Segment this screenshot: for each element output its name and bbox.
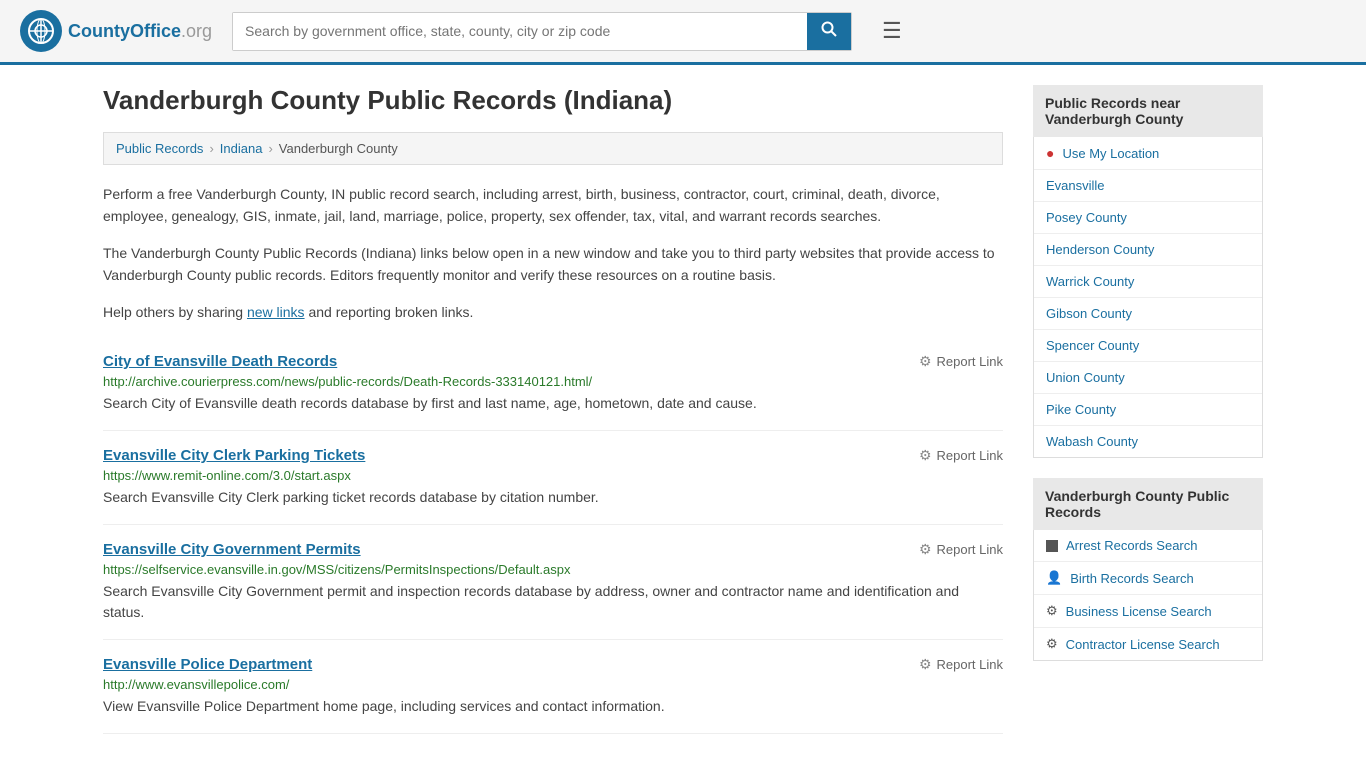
nearby-section: Public Records near Vanderburgh County ●… (1033, 85, 1263, 458)
county-records-section: Vanderburgh County Public Records Arrest… (1033, 478, 1263, 661)
record-header-2: Evansville City Government Permits ⚙ Rep… (103, 541, 1003, 558)
county-records-title: Vanderburgh County Public Records (1033, 478, 1263, 530)
record-header-3: Evansville Police Department ⚙ Report Li… (103, 656, 1003, 673)
nearby-item-4: Warrick County (1034, 266, 1262, 298)
new-links-link[interactable]: new links (247, 304, 305, 320)
nearby-item-7: Union County (1034, 362, 1262, 394)
page-title: Vanderburgh County Public Records (India… (103, 85, 1003, 116)
record-desc-1: Search Evansville City Clerk parking tic… (103, 487, 1003, 508)
record-title-3[interactable]: Evansville Police Department (103, 656, 312, 673)
county-record-link-3[interactable]: ⚙Contractor License Search (1034, 628, 1262, 660)
person-icon-1: 👤 (1046, 570, 1062, 586)
county-records-list: Arrest Records Search 👤Birth Records Sea… (1033, 530, 1263, 661)
hamburger-menu-button[interactable]: ☰ (882, 18, 902, 44)
record-title-0[interactable]: City of Evansville Death Records (103, 353, 337, 370)
gear-icon-3: ⚙ (1046, 636, 1058, 652)
breadcrumb-current: Vanderburgh County (279, 141, 398, 156)
record-entry-1: Evansville City Clerk Parking Tickets ⚙ … (103, 431, 1003, 525)
nearby-link-9[interactable]: Wabash County (1034, 426, 1262, 457)
county-record-item-0: Arrest Records Search (1034, 530, 1262, 562)
nearby-item-8: Pike County (1034, 394, 1262, 426)
record-url-3[interactable]: http://www.evansvillepolice.com/ (103, 677, 1003, 692)
record-title-2[interactable]: Evansville City Government Permits (103, 541, 361, 558)
breadcrumb-sep-1: › (209, 141, 213, 156)
nearby-list: ● Use My Location EvansvillePosey County… (1033, 137, 1263, 458)
nearby-link-5[interactable]: Gibson County (1034, 298, 1262, 329)
use-my-location-link[interactable]: ● Use My Location (1034, 137, 1262, 169)
nearby-link-6[interactable]: Spencer County (1034, 330, 1262, 361)
nearby-item-1: Evansville (1034, 170, 1262, 202)
nearby-item-3: Henderson County (1034, 234, 1262, 266)
nearby-link-2[interactable]: Posey County (1034, 202, 1262, 233)
nearby-item-0: ● Use My Location (1034, 137, 1262, 170)
logo-text: CountyOffice.org (68, 21, 212, 42)
location-pin-icon: ● (1046, 145, 1054, 161)
report-icon-0: ⚙ (919, 353, 932, 370)
site-header: CountyOffice.org ☰ (0, 0, 1366, 65)
breadcrumb-sep-2: › (268, 141, 272, 156)
record-url-0[interactable]: http://archive.courierpress.com/news/pub… (103, 374, 1003, 389)
description-paragraph-3: Help others by sharing new links and rep… (103, 301, 1003, 323)
breadcrumb-public-records[interactable]: Public Records (116, 141, 203, 156)
report-link-3[interactable]: ⚙ Report Link (919, 656, 1003, 673)
record-title-1[interactable]: Evansville City Clerk Parking Tickets (103, 447, 365, 464)
report-link-2[interactable]: ⚙ Report Link (919, 541, 1003, 558)
report-icon-1: ⚙ (919, 447, 932, 464)
report-link-1[interactable]: ⚙ Report Link (919, 447, 1003, 464)
record-header-1: Evansville City Clerk Parking Tickets ⚙ … (103, 447, 1003, 464)
gear-icon-2: ⚙ (1046, 603, 1058, 619)
report-link-0[interactable]: ⚙ Report Link (919, 353, 1003, 370)
search-input[interactable] (233, 13, 807, 50)
nearby-item-5: Gibson County (1034, 298, 1262, 330)
sidebar: Public Records near Vanderburgh County ●… (1033, 85, 1263, 734)
nearby-link-1[interactable]: Evansville (1034, 170, 1262, 201)
nearby-link-4[interactable]: Warrick County (1034, 266, 1262, 297)
nearby-section-title: Public Records near Vanderburgh County (1033, 85, 1263, 137)
county-record-link-1[interactable]: 👤Birth Records Search (1034, 562, 1262, 594)
content-area: Vanderburgh County Public Records (India… (103, 85, 1003, 734)
county-record-item-1: 👤Birth Records Search (1034, 562, 1262, 595)
record-entry-3: Evansville Police Department ⚙ Report Li… (103, 640, 1003, 734)
records-list: City of Evansville Death Records ⚙ Repor… (103, 337, 1003, 734)
nearby-link-7[interactable]: Union County (1034, 362, 1262, 393)
county-record-link-0[interactable]: Arrest Records Search (1034, 530, 1262, 561)
record-entry-0: City of Evansville Death Records ⚙ Repor… (103, 337, 1003, 431)
county-record-item-2: ⚙Business License Search (1034, 595, 1262, 628)
record-url-1[interactable]: https://www.remit-online.com/3.0/start.a… (103, 468, 1003, 483)
record-desc-0: Search City of Evansville death records … (103, 393, 1003, 414)
report-icon-3: ⚙ (919, 656, 932, 673)
nearby-link-8[interactable]: Pike County (1034, 394, 1262, 425)
county-record-link-2[interactable]: ⚙Business License Search (1034, 595, 1262, 627)
breadcrumb-indiana[interactable]: Indiana (220, 141, 263, 156)
search-bar (232, 12, 852, 51)
square-icon-0 (1046, 540, 1058, 552)
logo-icon (20, 10, 62, 52)
main-container: Vanderburgh County Public Records (India… (83, 65, 1283, 754)
record-desc-2: Search Evansville City Government permit… (103, 581, 1003, 623)
record-url-2[interactable]: https://selfservice.evansville.in.gov/MS… (103, 562, 1003, 577)
record-header-0: City of Evansville Death Records ⚙ Repor… (103, 353, 1003, 370)
site-logo[interactable]: CountyOffice.org (20, 10, 212, 52)
county-record-item-3: ⚙Contractor License Search (1034, 628, 1262, 660)
nearby-link-3[interactable]: Henderson County (1034, 234, 1262, 265)
nearby-item-6: Spencer County (1034, 330, 1262, 362)
breadcrumb: Public Records › Indiana › Vanderburgh C… (103, 132, 1003, 165)
nearby-item-9: Wabash County (1034, 426, 1262, 457)
record-desc-3: View Evansville Police Department home p… (103, 696, 1003, 717)
description-paragraph-1: Perform a free Vanderburgh County, IN pu… (103, 183, 1003, 228)
search-button[interactable] (807, 13, 851, 50)
report-icon-2: ⚙ (919, 541, 932, 558)
description-paragraph-2: The Vanderburgh County Public Records (I… (103, 242, 1003, 287)
nearby-item-2: Posey County (1034, 202, 1262, 234)
record-entry-2: Evansville City Government Permits ⚙ Rep… (103, 525, 1003, 640)
